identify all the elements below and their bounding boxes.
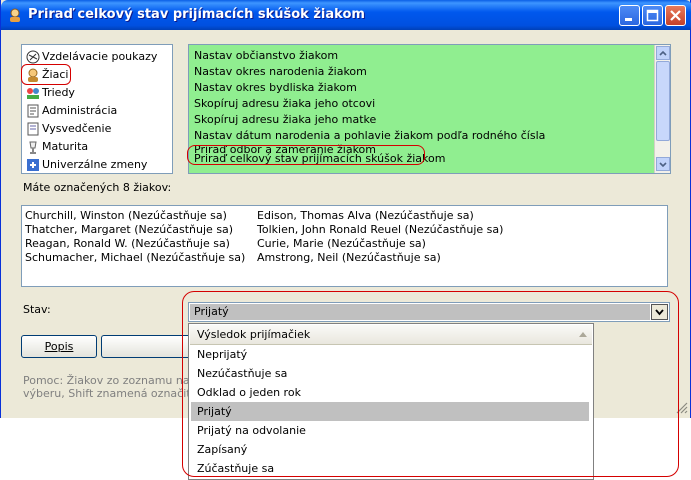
student-item[interactable]: Edison, Thomas Alva (Nezúčastňuje sa) — [257, 209, 474, 222]
category-item-administration[interactable]: Administrácia — [26, 102, 117, 119]
student-item[interactable]: Tolkien, John Ronald Reuel (Nezúčastňuje… — [257, 223, 503, 236]
category-item-classes[interactable]: Triedy — [26, 84, 75, 101]
scroll-up-icon — [659, 50, 667, 56]
category-item-universal-changes[interactable]: Univerzálne zmeny — [26, 156, 147, 173]
scroll-down-icon — [659, 162, 667, 168]
student-item[interactable]: Churchill, Winston (Nezúčastňuje sa) — [25, 209, 227, 222]
category-item-graduation[interactable]: Maturita — [26, 138, 88, 155]
stav-label: Stav: — [23, 303, 51, 316]
popis-button[interactable]: Popis — [21, 335, 97, 358]
secondary-button[interactable] — [101, 335, 191, 358]
graduation-icon — [29, 141, 37, 154]
action-item[interactable]: Skopíruj adresu žiaka jeho otcovi — [194, 96, 375, 111]
maximize-icon — [646, 9, 659, 22]
classes-icon — [27, 88, 39, 99]
category-label: Administrácia — [42, 104, 118, 117]
action-highlight — [187, 145, 425, 165]
category-label: Vysvedčenie — [42, 122, 112, 135]
title-bar[interactable]: Priraď celkový stav prijímacích skúšok ž… — [1, 0, 691, 30]
scroll-up-button[interactable] — [656, 46, 670, 60]
certificate-icon — [27, 122, 39, 136]
category-item-vouchers[interactable]: Vzdelávacie poukazy — [26, 48, 157, 65]
scroll-down-button[interactable] — [656, 157, 670, 171]
voucher-icon — [26, 50, 40, 64]
student-item[interactable]: Amstrong, Neil (Nezúčastňuje sa) — [257, 251, 441, 264]
action-item[interactable]: Nastav okres narodenia žiakom — [194, 64, 367, 79]
action-item[interactable]: Skopíruj adresu žiaka jeho matke — [194, 112, 376, 127]
category-label: Triedy — [42, 86, 75, 99]
action-item[interactable]: Nastav občianstvo žiakom — [194, 48, 338, 63]
selected-count-label: Máte označených 8 žiakov: — [23, 181, 172, 194]
maximize-button[interactable] — [642, 5, 663, 26]
action-item[interactable]: Nastav okres bydliska žiakom — [194, 80, 357, 95]
student-item[interactable]: Schumacher, Michael (Nezúčastňuje sa) — [25, 251, 245, 264]
universal-changes-icon — [27, 159, 39, 171]
actions-scrollbar[interactable] — [654, 45, 670, 173]
student-item[interactable]: Thatcher, Margaret (Nezúčastňuje sa) — [25, 223, 233, 236]
scroll-thumb[interactable] — [656, 61, 670, 141]
students-list[interactable]: Churchill, Winston (Nezúčastňuje sa) Tha… — [21, 205, 668, 287]
help-text-line2: výberu, Shift znamená označiť sk — [23, 387, 207, 400]
help-text-line1: Pomoc: Žiakov zo zoznamu na ha — [23, 374, 207, 387]
action-item[interactable]: Nastav dátum narodenia a pohlavie žiakom… — [194, 128, 545, 143]
window-title: Priraď celkový stav prijímacích skúšok ž… — [28, 7, 365, 22]
category-item-certificate[interactable]: Vysvedčenie — [26, 120, 111, 137]
category-label: Univerzálne zmeny — [42, 158, 148, 171]
student-item[interactable]: Curie, Marie (Nezúčastňuje sa) — [257, 237, 426, 250]
category-label: Vzdelávacie poukazy — [42, 50, 158, 63]
app-icon — [10, 8, 20, 22]
minimize-button[interactable] — [619, 5, 640, 26]
student-item[interactable]: Reagan, Ronald W. (Nezúčastňuje sa) — [25, 237, 230, 250]
close-button[interactable] — [665, 5, 686, 26]
dropdown-highlight — [182, 291, 679, 477]
administration-icon — [27, 104, 39, 118]
category-label: Maturita — [42, 140, 89, 153]
students-highlight — [21, 64, 71, 85]
minimize-icon — [625, 18, 632, 21]
close-icon — [670, 10, 681, 21]
